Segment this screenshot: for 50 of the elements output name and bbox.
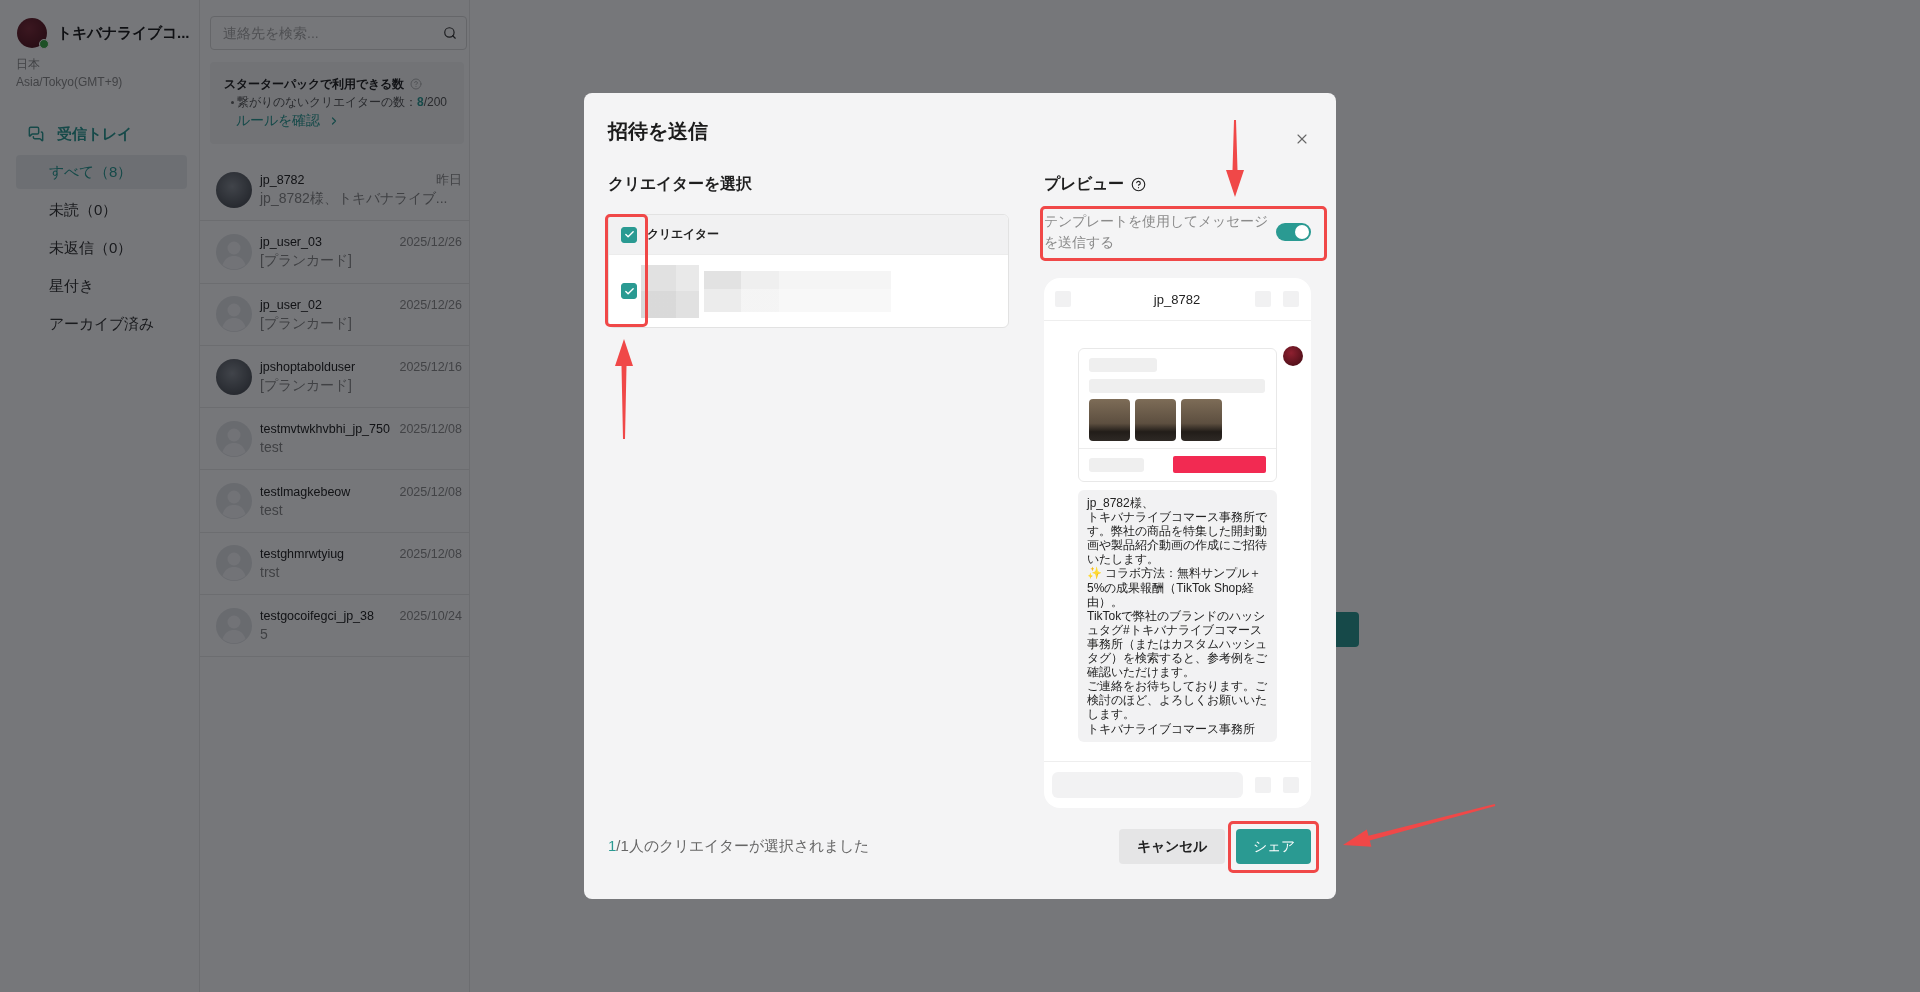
photo-placeholder	[1135, 399, 1176, 441]
column-header: クリエイター	[647, 226, 719, 243]
checkbox[interactable]	[621, 226, 637, 243]
contact-name: jp_8782	[260, 173, 305, 188]
contact-name: testmvtwkhvbhi_jp_750	[260, 422, 390, 437]
share-button[interactable]: シェア	[1236, 829, 1311, 864]
account-name: トキバナライブコ...	[57, 23, 190, 43]
check-icon	[623, 229, 635, 240]
checkbox[interactable]	[621, 283, 637, 299]
quota-title: スターターパックで利用できる数	[224, 75, 404, 93]
toggle-label: テンプレートを使用してメッセージを送信する	[1044, 212, 1269, 252]
sidebar-item[interactable]: 未返信（0）	[16, 231, 187, 265]
cancel-button[interactable]: キャンセル	[1119, 829, 1225, 864]
help-icon	[1131, 176, 1146, 192]
account-avatar	[17, 18, 47, 48]
section-heading: クリエイターを選択	[608, 174, 752, 194]
redacted-avatar	[641, 264, 699, 318]
avatar-photo	[216, 171, 252, 208]
message-paragraph: TikTokで弊社のブランドのハッシュタグ#トキバナライブコマース事務所（またはカスタムハッシュタグ）を検索すると、参考例をご確認いただけます。	[1087, 608, 1268, 680]
sender-avatar	[1283, 346, 1303, 366]
inbox-heading: 受信トレイ	[57, 124, 132, 144]
section-heading: プレビュー	[1044, 174, 1124, 194]
sidebar-item[interactable]: アーカイブ済み	[16, 307, 187, 341]
avatar-photo	[216, 358, 252, 395]
message-paragraph: トキバナライブコマース事務所	[1087, 721, 1256, 736]
contact-name: jpshoptabolduser	[260, 360, 356, 375]
photo-placeholder	[1089, 399, 1130, 441]
sidebar-item[interactable]: 星付き	[16, 269, 187, 303]
rules-link[interactable]: ルールを確認	[236, 111, 340, 131]
contact-name: jp_user_02	[260, 297, 322, 312]
message-paragraph: jp_8782様、	[1087, 496, 1155, 511]
bullet-icon	[231, 100, 234, 104]
selection-summary: 1/1人のクリエイターが選択されました	[608, 837, 869, 856]
toggle-switch[interactable]	[1276, 223, 1311, 241]
message-paragraph: トキバナライブコマース事務所です。弊社の商品を特集した開封動画や製品紹介動画の作成にご招待いたします。	[1087, 510, 1268, 567]
photo-placeholder	[1181, 399, 1222, 441]
message-paragraph: ご連絡をお待ちしております。ご検討のほど、よろしくお願いいたします。	[1087, 679, 1268, 722]
contact-name: testgocoifegci_jp_38	[260, 609, 374, 624]
quota-text: 繋がりのないクリエイターの数：8/200	[237, 93, 448, 111]
contact-name: testlmagkebeow	[260, 484, 351, 499]
message-paragraph: ✨ コラボ方法：無料サンプル＋5%の成果報酬（TikTok Shop経由）。	[1087, 566, 1263, 609]
chat-bubbles-icon	[28, 126, 44, 142]
help-icon	[410, 78, 422, 90]
sidebar-item[interactable]: 未読（0）	[16, 193, 187, 227]
search-icon	[443, 26, 457, 40]
contact-name: testghmrwtyiug	[260, 546, 345, 561]
contact-name: jp_user_03	[260, 235, 322, 250]
dialog-title: 招待を送信	[608, 119, 708, 144]
chat-title: jp_8782	[1153, 291, 1201, 307]
check-icon	[623, 285, 635, 297]
